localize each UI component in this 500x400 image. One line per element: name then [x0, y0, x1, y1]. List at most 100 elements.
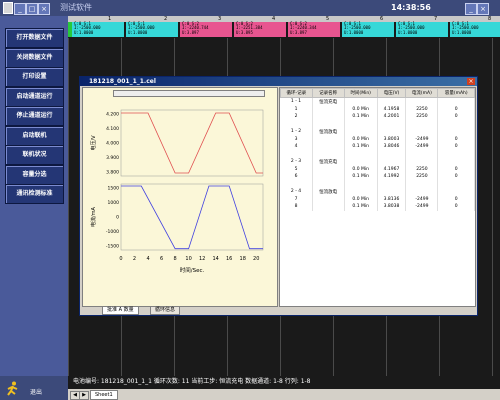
- running-man-icon[interactable]: [6, 381, 20, 397]
- top-close-button[interactable]: ×: [477, 3, 489, 15]
- online-status-button[interactable]: 联机状况: [5, 145, 64, 165]
- table-cell: 0.1 Min: [344, 203, 378, 211]
- table-row[interactable]: [280, 120, 475, 128]
- table-header[interactable]: 容量(mAh): [437, 88, 475, 98]
- table-row[interactable]: 3 0.0 Min 3.8003 -2499 0: [280, 135, 475, 143]
- record-table: 循环-记录 记录名称 时间(Min) 电压(V) 电流(mA) 容量(mAh) 1 - 1…: [280, 88, 475, 211]
- table-row[interactable]: 2 0.1 Min 4.2001 2250 0: [280, 113, 475, 121]
- channel-box[interactable]: C:0 S:1 I:-2500.000 U:1.0000: [396, 21, 448, 37]
- y-tick-label: -1500: [106, 244, 119, 250]
- table-cell: 3.8136: [377, 195, 407, 203]
- table-header[interactable]: 记录名称: [311, 88, 345, 98]
- dialog-title-bar[interactable]: 181218_001_1_1.cel ×: [80, 77, 477, 86]
- table-cell: [312, 113, 345, 121]
- clock: 14:38:56: [391, 3, 431, 12]
- table-row[interactable]: 1 - 1 恒流充电: [280, 97, 475, 106]
- capacity-sort-button[interactable]: 容量分选: [5, 165, 64, 185]
- table-row[interactable]: 7 0.0 Min 3.8136 -2499 0: [280, 195, 475, 203]
- table-cell: [344, 180, 378, 188]
- table-row[interactable]: 2 - 4 恒流放电: [280, 188, 475, 196]
- table-row[interactable]: 8 0.1 Min 3.8038 -2499 0: [280, 203, 475, 211]
- tab-approval-data[interactable]: 批准 A 数量: [102, 306, 139, 315]
- table-cell: [280, 120, 313, 128]
- table-cell: 1 - 1: [280, 97, 313, 106]
- close-data-file-button[interactable]: 关闭数据文件: [5, 48, 64, 68]
- next-sheet-button[interactable]: ▶: [79, 391, 89, 400]
- table-header[interactable]: 循环-记录: [280, 88, 313, 98]
- table-cell: 4.1967: [377, 165, 407, 173]
- table-cell: [405, 150, 439, 158]
- minimize-button[interactable]: _: [14, 3, 26, 15]
- start-channel-button[interactable]: 启动通道运行: [5, 87, 64, 107]
- table-row[interactable]: 1 0.0 Min 4.1958 2250 0: [280, 105, 475, 113]
- dialog-close-button[interactable]: ×: [467, 78, 475, 85]
- table-cell: 0: [437, 143, 475, 151]
- table-cell: 恒流放电: [312, 128, 345, 136]
- channel-box[interactable]: C:0 S:2 I:-2240.344 U:3.897: [288, 21, 340, 37]
- channel-box[interactable]: C:0 S:2 I:-2240.744 U:3.897: [180, 21, 232, 37]
- table-row[interactable]: 5 0.0 Min 4.1967 2250 0: [280, 165, 475, 173]
- sheet-tab[interactable]: Sheet1: [90, 390, 118, 400]
- table-cell: [377, 97, 407, 106]
- channel-box[interactable]: C:0 S:1 I:-2500.000 U:1.0000: [126, 21, 178, 37]
- table-row[interactable]: 6 0.1 Min 4.1992 2250 0: [280, 173, 475, 181]
- table-cell: 0.0 Min: [344, 135, 378, 143]
- table-cell: 0: [437, 203, 475, 211]
- maximize-button[interactable]: □: [26, 3, 38, 15]
- table-cell: 4.1992: [377, 173, 407, 181]
- channel-box[interactable]: C:0 S:1 I:-2500.000 U:1.0000: [342, 21, 394, 37]
- table-cell: [437, 97, 475, 106]
- table-cell: 2250: [405, 165, 439, 173]
- y-tick-label: 4.000: [106, 141, 119, 147]
- table-cell: 7: [280, 195, 313, 203]
- table-row[interactable]: 4 0.1 Min 3.8046 -2499 0: [280, 143, 475, 151]
- table-cell: 0: [437, 113, 475, 121]
- table-cell: 0: [437, 135, 475, 143]
- y-axis-label: 电流/mA: [90, 206, 97, 227]
- exit-label[interactable]: 退出: [30, 387, 42, 396]
- top-minimize-button[interactable]: _: [465, 3, 477, 15]
- channel-box[interactable]: C:0 S:2 I:-2251.384 U:3.895: [234, 21, 286, 37]
- table-header[interactable]: 电压(V): [376, 88, 407, 98]
- channel-box[interactable]: C:0 S:1 I:-2500.000 U:1.0000: [450, 21, 500, 37]
- x-tick-label: 2: [133, 256, 136, 262]
- start-online-button[interactable]: 启动联机: [5, 126, 64, 146]
- table-cell: -2499: [405, 135, 439, 143]
- table-cell: [437, 158, 475, 166]
- exit-area[interactable]: 退出: [0, 376, 68, 400]
- table-cell: [437, 180, 475, 188]
- table-cell: 0: [437, 165, 475, 173]
- table-cell: [405, 128, 439, 136]
- table-header[interactable]: 电流(mA): [405, 88, 439, 98]
- comm-check-button[interactable]: 通讯检测标准: [5, 184, 64, 204]
- table-row[interactable]: 1 - 2 恒流放电: [280, 128, 475, 136]
- table-cell: -2499: [405, 143, 439, 151]
- table-cell: 0.0 Min: [344, 195, 378, 203]
- tab-cycle-info[interactable]: 循环信息: [150, 306, 181, 315]
- channel-readout: U:1.0000: [398, 29, 418, 35]
- x-tick-label: 14: [212, 256, 218, 262]
- table-cell: [377, 120, 407, 128]
- series-line: [121, 185, 263, 250]
- print-settings-button[interactable]: 打印设置: [5, 67, 64, 87]
- channel-box[interactable]: C:0 S:1 I:-2500.000 U:1.0000: [72, 21, 124, 37]
- table-cell: 恒流放电: [312, 188, 345, 196]
- x-tick-label: 8: [174, 256, 177, 262]
- table-cell: [312, 143, 345, 151]
- table-cell: 0: [437, 105, 475, 113]
- x-tick-label: 6: [160, 256, 163, 262]
- close-button[interactable]: ×: [38, 3, 50, 15]
- table-cell: [377, 150, 407, 158]
- table-cell: 2: [280, 113, 313, 121]
- series-line: [121, 112, 263, 174]
- open-data-file-button[interactable]: 打开数据文件: [5, 28, 64, 48]
- table-row[interactable]: [280, 180, 475, 188]
- table-row[interactable]: [280, 150, 475, 158]
- app-menu-button[interactable]: [3, 2, 13, 14]
- x-tick-label: 0: [119, 256, 122, 262]
- channel-readout: U:3.895: [236, 29, 253, 35]
- table-cell: 恒流充电: [312, 158, 345, 166]
- table-header[interactable]: 时间(Min): [343, 88, 378, 98]
- stop-channel-button[interactable]: 停止通道运行: [5, 106, 64, 126]
- table-row[interactable]: 2 - 3 恒流充电: [280, 158, 475, 166]
